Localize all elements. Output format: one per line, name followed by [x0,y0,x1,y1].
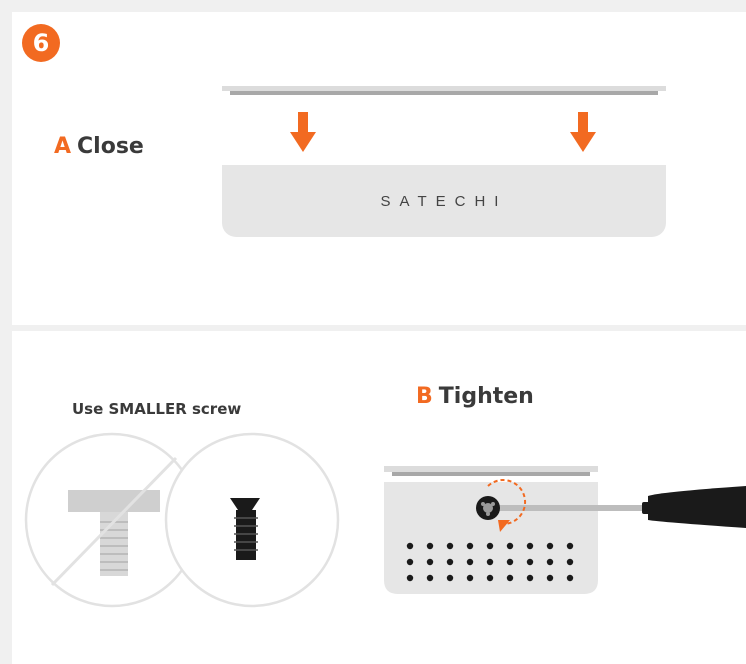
brand-logo: SATECHI [380,192,508,210]
tighten-title: Tighten [438,384,534,409]
section-letter-b: B [416,384,433,409]
down-arrow-icon [570,112,596,152]
enclosure-vents [406,542,574,582]
tighten-heading: B Tighten [416,384,534,409]
enclosure-body: SATECHI [222,165,666,237]
tighten-diagram [384,466,746,594]
small-screw-icon [164,432,340,608]
step-number-badge: 6 [22,24,60,62]
section-letter-a: A [54,134,72,159]
lid-plate [222,86,666,95]
close-title: Close [77,134,144,159]
step-number: 6 [32,29,50,57]
screw-caption: Use SMALLER screw [72,400,242,418]
down-arrow-icon [290,112,316,152]
close-heading: A Close [54,134,144,159]
screw-comparison [24,432,340,608]
